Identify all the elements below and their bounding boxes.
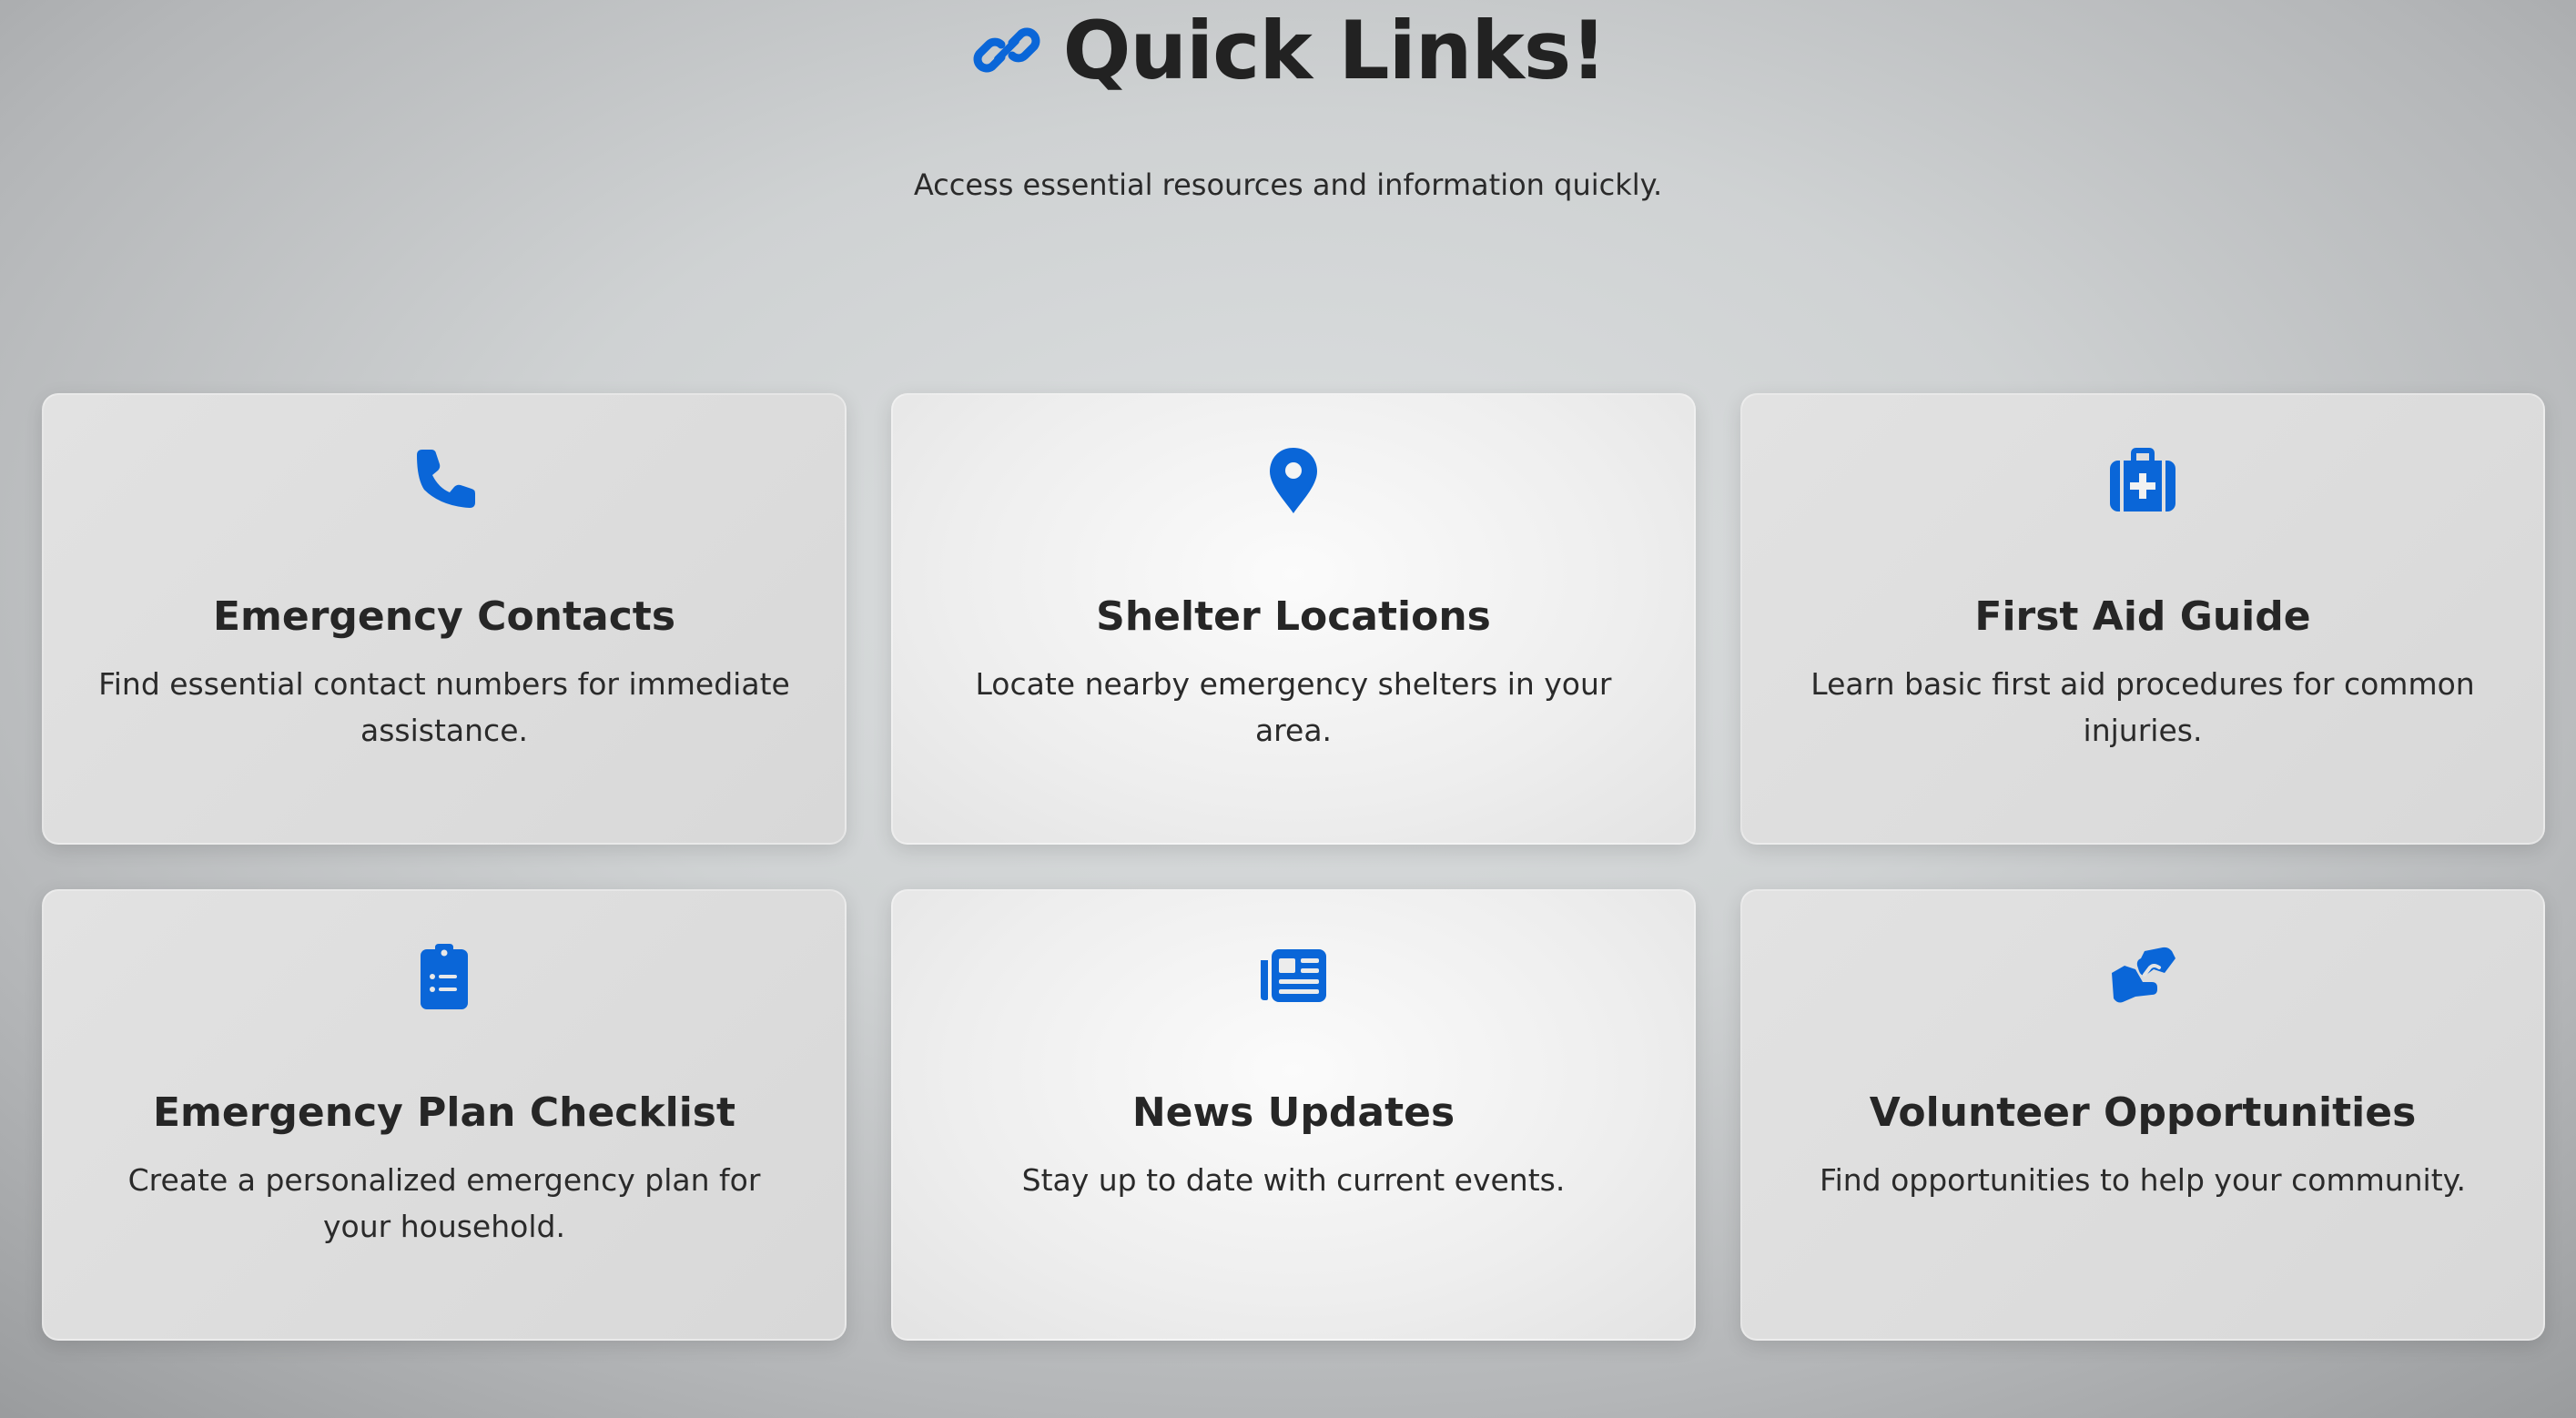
link-icon — [970, 23, 1043, 77]
page-title: Quick Links! — [0, 0, 2576, 100]
card-volunteer-opportunities[interactable]: Volunteer Opportunities Find opportuniti… — [1740, 889, 2545, 1341]
card-description: Stay up to date with current events. — [1021, 1162, 1566, 1198]
card-emergency-contacts[interactable]: Emergency Contacts Find essential contac… — [42, 393, 847, 845]
clipboard-list-icon — [410, 942, 479, 1011]
card-emergency-plan-checklist[interactable]: Emergency Plan Checklist Create a person… — [42, 889, 847, 1341]
card-title: News Updates — [1131, 1089, 1455, 1136]
card-description: Find opportunities to help your communit… — [1820, 1162, 2466, 1198]
card-news-updates[interactable]: News Updates Stay up to date with curren… — [891, 889, 1696, 1341]
card-description: Create a personalized emergency plan for… — [127, 1162, 761, 1244]
card-description: Learn basic first aid procedures for com… — [1810, 666, 2475, 748]
card-title: Shelter Locations — [1096, 593, 1491, 640]
page-title-text: Quick Links! — [1062, 3, 1607, 97]
card-title: First Aid Guide — [1974, 593, 2311, 640]
card-title: Volunteer Opportunities — [1869, 1089, 2417, 1136]
phone-icon — [410, 446, 479, 515]
page-subtitle: Access essential resources and informati… — [913, 167, 1663, 202]
handshake-icon — [2108, 942, 2177, 1011]
card-shelter-locations[interactable]: Shelter Locations Locate nearby emergenc… — [891, 393, 1696, 845]
card-title: Emergency Contacts — [212, 593, 676, 640]
card-title: Emergency Plan Checklist — [152, 1089, 736, 1136]
card-description: Locate nearby emergency shelters in your… — [975, 666, 1612, 748]
map-pin-icon — [1259, 446, 1328, 515]
newspaper-icon — [1259, 942, 1328, 1011]
card-first-aid-guide[interactable]: First Aid Guide Learn basic first aid pr… — [1740, 393, 2545, 845]
medkit-icon — [2108, 446, 2177, 515]
card-description: Find essential contact numbers for immed… — [98, 666, 790, 748]
